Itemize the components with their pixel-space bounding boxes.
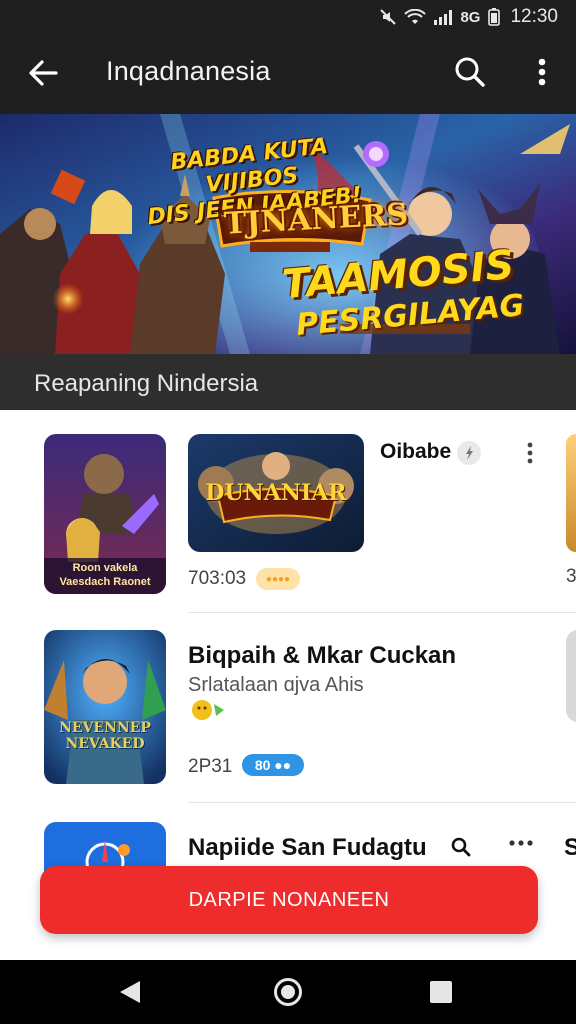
thumbnail-caption-1: Roon vakela: [72, 562, 138, 574]
mute-icon: [380, 9, 397, 25]
row-divider: [188, 612, 576, 613]
signal-icon: [434, 9, 453, 25]
emoji-icon: [192, 700, 224, 720]
more-vert-icon[interactable]: [525, 441, 535, 465]
more-vert-icon[interactable]: [528, 54, 556, 90]
app-number: 703:03: [188, 568, 247, 589]
search-icon: [451, 837, 471, 857]
page-title: Inqadnanesia: [106, 56, 271, 86]
game-card-logo: DUNANIAR: [205, 480, 347, 506]
next-card-peek[interactable]: [566, 630, 576, 722]
section-title: Reapaning Nindersia: [34, 370, 259, 397]
peek-text: S: [564, 834, 576, 861]
system-nav-bar: [0, 960, 576, 1024]
rating-badge: ●●●●: [256, 568, 300, 590]
thumbnail-caption: NEVENNEP NEVAKED: [59, 720, 151, 752]
nav-home-icon[interactable]: [274, 978, 302, 1006]
app-title[interactable]: Napiide San Fudagtu: [188, 834, 427, 862]
rating-badge: 80 ●●: [242, 754, 304, 776]
network-label: 8G: [460, 8, 481, 26]
app-number: 2P31: [188, 756, 233, 777]
status-time: 12:30: [510, 6, 558, 27]
status-icons: 8G: [380, 8, 501, 26]
app-subtitle: Srlatalaan ɑjva Ahis: [188, 674, 364, 696]
primary-action-label: DARPIE NONANEEN: [188, 888, 390, 911]
nav-recents-icon[interactable]: [430, 981, 452, 1003]
app-icon-artwork: [44, 630, 166, 784]
wifi-icon: [404, 9, 427, 24]
featured-banner[interactable]: BABDA KUTA VIJIBOS DIS JEEN IAABEB! TJNA…: [0, 114, 576, 354]
app-icon-thumbnail[interactable]: NEVENNEP NEVAKED: [44, 630, 166, 784]
section-header: Reapaning Nindersia: [0, 354, 576, 410]
app-bar: Inqadnanesia: [0, 34, 576, 114]
more-horiz-icon[interactable]: [508, 838, 534, 848]
peek-number: 3: [566, 566, 576, 587]
status-bar: 8G 12:30: [0, 0, 576, 34]
nav-back-icon[interactable]: [118, 979, 142, 1005]
row-divider: [188, 802, 576, 803]
verified-icon: [457, 441, 481, 465]
next-card-peek[interactable]: [566, 434, 576, 552]
app-title[interactable]: Oibabe: [380, 440, 451, 464]
app-icon-thumbnail[interactable]: Roon vakela Vaesdach Raonet: [44, 434, 166, 594]
battery-icon: [488, 8, 501, 26]
thumbnail-caption-2: Vaesdach Raonet: [59, 576, 151, 588]
arrow-back-icon[interactable]: [26, 56, 60, 90]
search-icon[interactable]: [452, 54, 488, 90]
game-card-image[interactable]: DUNANIAR: [188, 434, 364, 552]
primary-action-button[interactable]: DARPIE NONANEEN: [40, 866, 538, 934]
app-title[interactable]: Biqpaih & Mkar Cuckan: [188, 642, 456, 670]
